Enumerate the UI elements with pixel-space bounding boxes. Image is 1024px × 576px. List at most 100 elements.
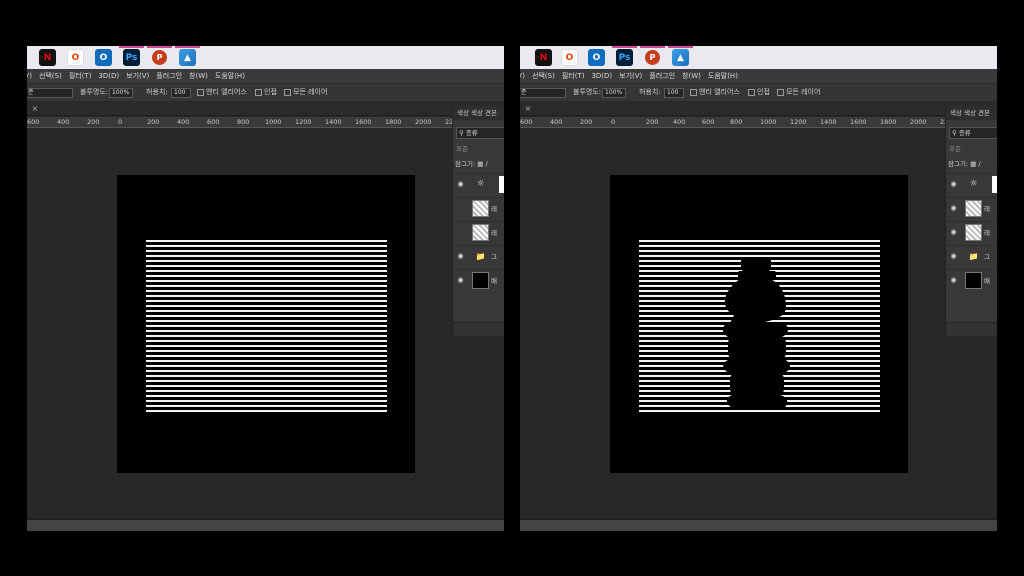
visibility-eye-icon[interactable]: ◉	[456, 252, 465, 261]
horizontal-ruler: 600 400 200 0 200 400 600 800 1000 1200 …	[27, 117, 504, 128]
layer-mask-thumb[interactable]	[992, 176, 997, 193]
menu-item-window[interactable]: 창(W)	[682, 69, 701, 83]
horizontal-scrollbar[interactable]	[520, 519, 997, 531]
layer-row-image-2[interactable]: 레	[453, 221, 504, 244]
opacity-field[interactable]: 100%	[602, 88, 626, 98]
ruler-label: 800	[237, 118, 250, 126]
canvas-area[interactable]	[27, 129, 504, 519]
layer-row-background[interactable]: ◉ 배	[946, 269, 997, 292]
menu-item[interactable]: Y)	[520, 69, 525, 83]
netflix-icon[interactable]: N	[535, 49, 552, 66]
close-icon[interactable]: ×	[523, 103, 533, 114]
menu-item-plugins[interactable]: 플러그인	[156, 69, 182, 83]
visibility-eye-icon[interactable]: ◉	[456, 276, 465, 285]
powerpoint-icon[interactable]: P	[147, 46, 172, 66]
layer-row-group[interactable]: ◉ 📁 그	[453, 245, 504, 268]
antialias-checkbox[interactable]	[197, 89, 204, 96]
lock-brush-icon[interactable]: ∕	[978, 160, 980, 168]
document-canvas[interactable]	[610, 175, 908, 473]
bottle-silhouette	[722, 258, 790, 409]
lock-brush-icon[interactable]: ∕	[485, 160, 487, 168]
photos-icon[interactable]: ▲	[175, 46, 200, 66]
layer-thumbnail	[965, 224, 982, 241]
document-canvas[interactable]	[117, 175, 415, 473]
menu-item-3d[interactable]: 3D(D)	[98, 69, 119, 83]
netflix-icon[interactable]: N	[39, 49, 56, 66]
tolerance-field[interactable]: 100	[664, 88, 684, 98]
tolerance-label: 허용치:	[146, 88, 168, 96]
visibility-eye-icon[interactable]: ◉	[949, 276, 958, 285]
menu-item-help[interactable]: 도움말(H)	[215, 69, 245, 83]
menu-item-filter[interactable]: 필터(T)	[562, 69, 585, 83]
blend-mode-select[interactable]: 표준	[456, 144, 504, 154]
visibility-eye-icon[interactable]: ◉	[949, 180, 958, 189]
menu-item[interactable]: Y)	[27, 69, 32, 83]
mode-select[interactable]: 준	[520, 88, 566, 98]
ruler-label: 1800	[880, 118, 897, 126]
panel-tabs[interactable]: 색상 색상 견본	[946, 106, 997, 120]
office-icon[interactable]: O	[561, 49, 578, 66]
layer-mask-thumb[interactable]	[499, 176, 504, 193]
menu-item-select[interactable]: 선택(S)	[39, 69, 62, 83]
taskbar: N O O Ps P ▲	[27, 46, 504, 69]
layer-row-adjustment[interactable]: ◉ ☼	[946, 173, 997, 196]
canvas-area[interactable]	[520, 129, 997, 519]
ruler-label: 600	[520, 118, 533, 126]
ruler-label: 1400	[820, 118, 837, 126]
visibility-eye-icon[interactable]: ◉	[456, 180, 465, 189]
menu-item-3d[interactable]: 3D(D)	[591, 69, 612, 83]
layer-row-image-2[interactable]: ◉ 레	[946, 221, 997, 244]
ruler-label: 1200	[295, 118, 312, 126]
menu-item-window[interactable]: 창(W)	[189, 69, 208, 83]
menu-item-filter[interactable]: 필터(T)	[69, 69, 92, 83]
ruler-label: 1000	[760, 118, 777, 126]
photoshop-icon[interactable]: Ps	[612, 46, 637, 66]
ruler-label: 0	[118, 118, 123, 126]
layer-row-group[interactable]: ◉ 📁 그	[946, 245, 997, 268]
lock-pixels-icon[interactable]: ▦	[970, 160, 976, 168]
opacity-label: 불투명도:	[573, 88, 602, 96]
blend-mode-select[interactable]: 표준	[949, 144, 997, 154]
menu-item-help[interactable]: 도움말(H)	[708, 69, 738, 83]
powerpoint-icon[interactable]: P	[640, 46, 665, 66]
opacity-field[interactable]: 100%	[109, 88, 133, 98]
contiguous-checkbox[interactable]	[748, 89, 755, 96]
close-icon[interactable]: ×	[30, 103, 40, 114]
ruler-label: 200	[147, 118, 160, 126]
horizontal-scrollbar[interactable]	[27, 519, 504, 531]
layer-row-adjustment[interactable]: ◉ ☼	[453, 173, 504, 196]
layer-name: 레	[984, 205, 990, 213]
menu-item-select[interactable]: 선택(S)	[532, 69, 555, 83]
outlook-icon[interactable]: O	[95, 49, 112, 66]
all-layers-checkbox[interactable]	[777, 89, 784, 96]
photoshop-icon[interactable]: Ps	[119, 46, 144, 66]
tolerance-field[interactable]: 100	[171, 88, 191, 98]
visibility-eye-icon[interactable]: ◉	[949, 228, 958, 237]
visibility-eye-icon[interactable]: ◉	[949, 252, 958, 261]
menu-item-view[interactable]: 보기(V)	[619, 69, 642, 83]
layer-row-background[interactable]: ◉ 배	[453, 269, 504, 292]
office-glyph: O	[565, 52, 574, 63]
lock-pixels-icon[interactable]: ▦	[477, 160, 483, 168]
layer-row-image-1[interactable]: 레	[453, 197, 504, 220]
antialias-checkbox[interactable]	[690, 89, 697, 96]
layer-row-image-1[interactable]: ◉ 레	[946, 197, 997, 220]
visibility-eye-icon[interactable]: ◉	[949, 204, 958, 213]
photos-icon[interactable]: ▲	[668, 46, 693, 66]
taskbar: N O O Ps P ▲	[520, 46, 997, 69]
menu-item-view[interactable]: 보기(V)	[126, 69, 149, 83]
stripe-pattern	[146, 240, 387, 415]
all-layers-checkbox[interactable]	[284, 89, 291, 96]
layer-filter-search[interactable]: ⚲ 종류	[949, 127, 997, 139]
contiguous-checkbox[interactable]	[255, 89, 262, 96]
office-icon[interactable]: O	[67, 49, 84, 66]
layer-filter-search[interactable]: ⚲ 종류	[456, 127, 504, 139]
options-bar: 준 불투명도: 100% 허용치: 100 앤티 앨리어스 인접 모든 레이어	[27, 83, 504, 101]
ruler-label: 1000	[265, 118, 282, 126]
antialias-label: 앤티 앨리어스	[206, 88, 247, 96]
menu-item-plugins[interactable]: 플러그인	[649, 69, 675, 83]
ruler-label: 1600	[850, 118, 867, 126]
outlook-icon[interactable]: O	[588, 49, 605, 66]
mode-select[interactable]: 준	[27, 88, 73, 98]
panel-tabs[interactable]: 색상 색상 견본	[453, 106, 504, 120]
